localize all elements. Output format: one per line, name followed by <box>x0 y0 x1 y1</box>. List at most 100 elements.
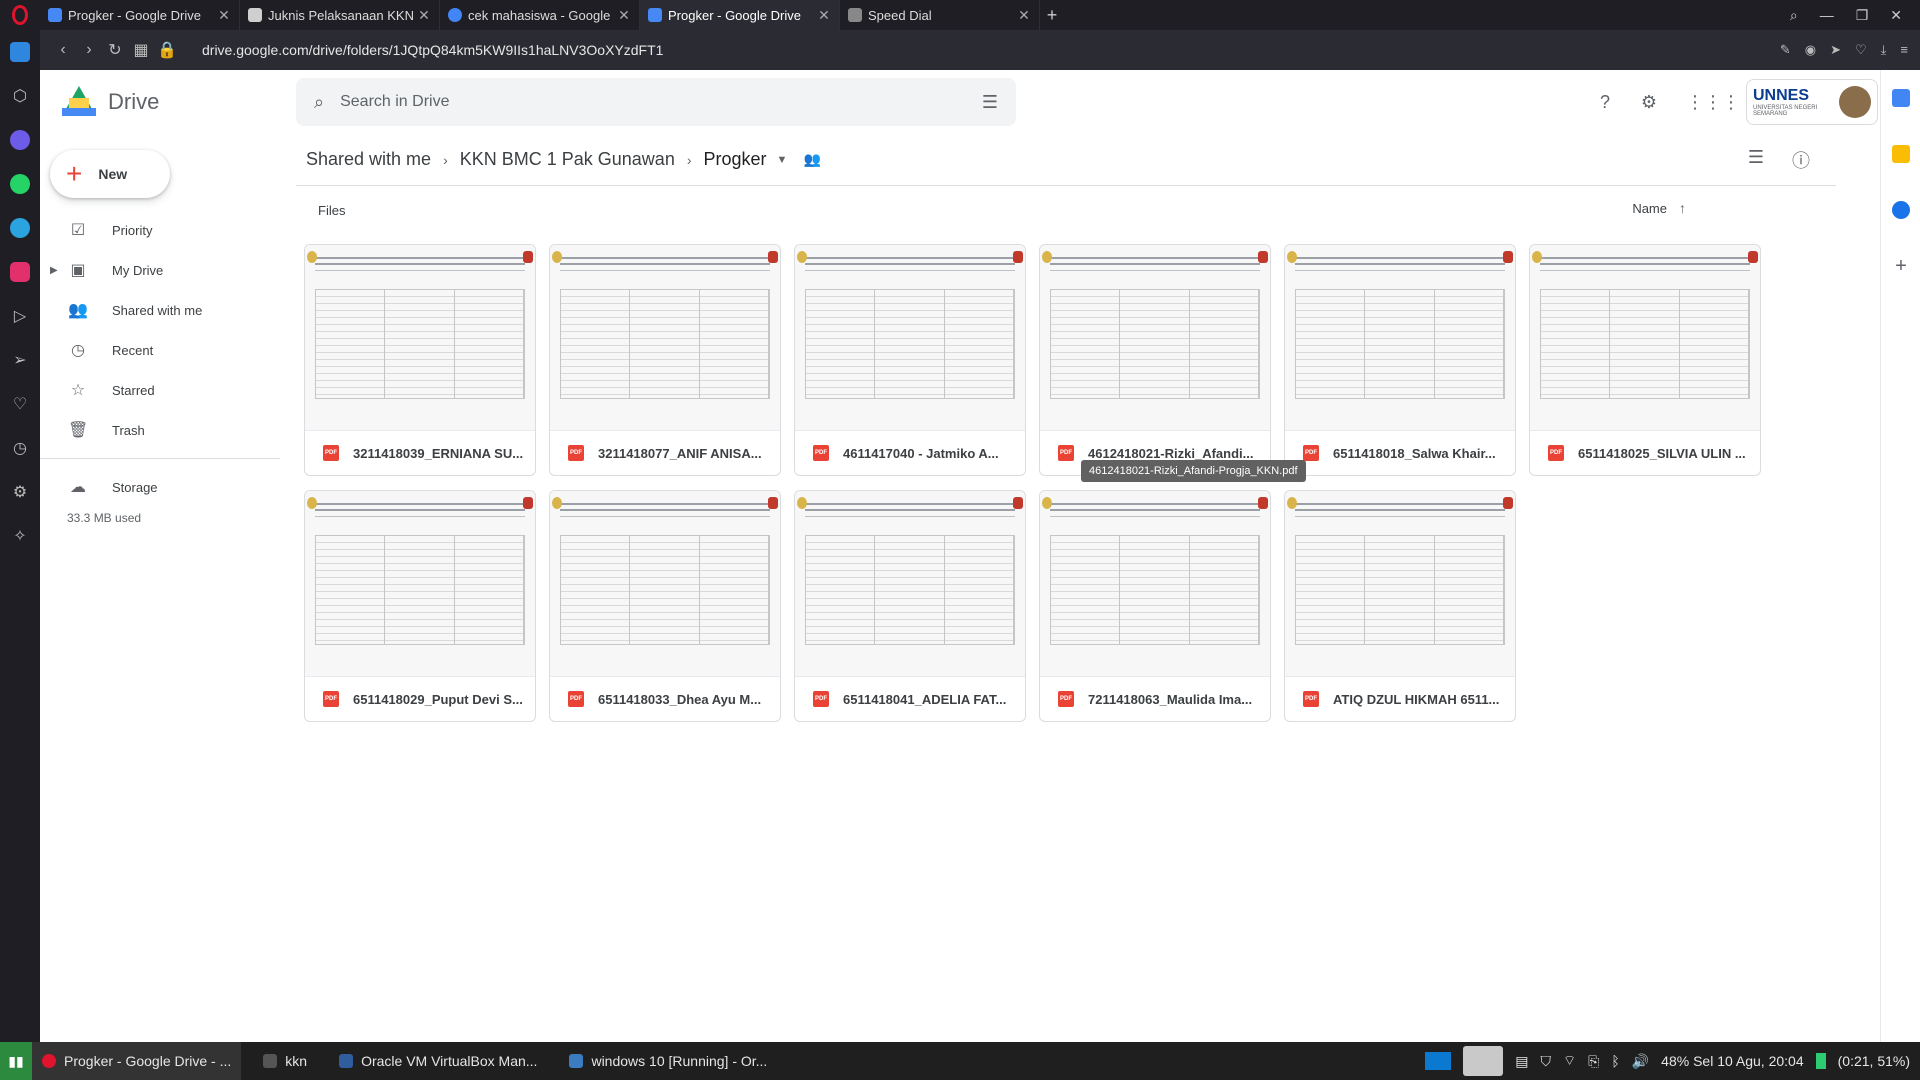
settings-icon[interactable]: ⚙ <box>0 470 40 514</box>
nav-my-drive[interactable]: ▶ ▣ My Drive <box>40 250 296 290</box>
settings-gear-icon[interactable]: ⚙ <box>1638 91 1660 113</box>
file-card[interactable]: PDF 6511418033_Dhea Ayu M... <box>549 490 781 722</box>
opera-sidebar: ⬡ ▷ ➢ ♡ ◷ ⚙ ✧ <box>0 30 40 1042</box>
new-button[interactable]: + New <box>50 150 170 198</box>
start-menu-icon[interactable]: ▮▮ <box>0 1042 32 1080</box>
help-icon[interactable]: ? <box>1594 91 1616 113</box>
send-icon[interactable]: ➤ <box>1830 42 1841 58</box>
opera-tray-icon[interactable] <box>1463 1046 1504 1076</box>
nav-trash[interactable]: 🗑 Trash <box>40 410 296 450</box>
clock-status[interactable]: 48% Sel 10 Agu, 20:04 <box>1661 1053 1803 1069</box>
camera-icon[interactable]: ◉ <box>1805 42 1816 58</box>
tasks-icon[interactable] <box>1881 182 1920 238</box>
reload-icon[interactable]: ↻ <box>102 40 128 60</box>
tab-3[interactable]: cek mahasiswa - Google ✕ <box>440 0 640 30</box>
bluetooth-icon[interactable]: ᛒ <box>1611 1053 1619 1069</box>
messenger-icon[interactable] <box>0 118 40 162</box>
attach-icon[interactable]: ⎘ <box>1588 1053 1599 1070</box>
drive-logo-icon[interactable] <box>62 86 96 118</box>
heart-icon[interactable]: ♡ <box>1855 42 1867 58</box>
nav-starred[interactable]: ☆ Starred <box>40 370 296 410</box>
download-icon[interactable]: ⤓ <box>1881 42 1887 58</box>
search-icon[interactable]: ⌕ <box>314 92 324 113</box>
breadcrumb-folder[interactable]: KKN BMC 1 Pak Gunawan <box>460 149 675 170</box>
tab-2[interactable]: Juknis Pelaksanaan KKN ✕ <box>240 0 440 30</box>
nav-recent[interactable]: ◷ Recent <box>40 330 296 370</box>
bookmarks-icon[interactable]: ⬡ <box>0 74 40 118</box>
file-card[interactable]: PDF 4611417040 - Jatmiko A... <box>794 244 1026 476</box>
workspace-icon[interactable] <box>0 30 40 74</box>
desktop-icon[interactable] <box>1425 1052 1452 1070</box>
search-tabs-icon[interactable]: ⌕ <box>1790 7 1798 24</box>
arrow-up-icon[interactable]: ↑ <box>1679 200 1686 216</box>
google-favicon-icon <box>448 8 462 22</box>
close-icon[interactable]: ✕ <box>217 7 231 24</box>
send-flow-icon[interactable]: ➢ <box>0 338 40 382</box>
back-icon[interactable]: ‹ <box>50 41 76 59</box>
recent-icon: ◷ <box>71 342 85 359</box>
history-icon[interactable]: ◷ <box>0 426 40 470</box>
file-card[interactable]: PDF 3211418077_ANIF ANISA... <box>549 244 781 476</box>
dropdown-arrow-icon[interactable]: ▼ <box>777 154 788 166</box>
shield-icon[interactable]: ⛉ <box>1540 1053 1551 1070</box>
opera-logo-icon[interactable] <box>0 0 40 30</box>
maximize-icon[interactable]: ❐ <box>1856 7 1869 24</box>
info-icon[interactable]: ⓘ <box>1792 147 1810 173</box>
file-card[interactable]: PDF ATIQ DZUL HIKMAH 6511... <box>1284 490 1516 722</box>
file-card[interactable]: PDF 6511418041_ADELIA FAT... <box>794 490 1026 722</box>
drive-brand[interactable]: Drive <box>108 89 159 115</box>
file-card[interactable]: PDF 3211418039_ERNIANA SU... <box>304 244 536 476</box>
forward-icon[interactable]: › <box>76 41 102 59</box>
list-view-icon[interactable]: ☰ <box>1748 147 1764 173</box>
taskbar-item-virtualbox[interactable]: Oracle VM VirtualBox Man... <box>329 1042 547 1080</box>
file-card[interactable]: PDF 7211418063_Maulida Ima... <box>1039 490 1271 722</box>
breadcrumb-current[interactable]: Progker <box>704 149 767 170</box>
favorites-icon[interactable]: ♡ <box>0 382 40 426</box>
whatsapp-icon[interactable] <box>0 162 40 206</box>
edit-icon[interactable]: ✎ <box>1780 42 1791 58</box>
tabs-grid-icon[interactable]: ▦ <box>128 40 154 60</box>
volume-icon[interactable]: 🔊 <box>1632 1053 1649 1070</box>
taskbar-item-windows-vm[interactable]: windows 10 [Running] - Or... <box>559 1042 777 1080</box>
network-icon[interactable]: ⌔ <box>1563 1052 1576 1070</box>
file-card[interactable]: PDF 6511418029_Puput Devi S... <box>304 490 536 722</box>
new-tab-button[interactable]: + <box>1040 5 1064 26</box>
telegram-icon[interactable] <box>0 206 40 250</box>
breadcrumb-shared[interactable]: Shared with me <box>306 149 431 170</box>
tips-icon[interactable]: ✧ <box>0 514 40 558</box>
search-bar[interactable]: ⌕ Search in Drive ☰ <box>296 78 1016 126</box>
clipboard-icon[interactable]: ▤ <box>1515 1053 1528 1070</box>
tab-5[interactable]: Speed Dial ✕ <box>840 0 1040 30</box>
close-icon[interactable]: ✕ <box>417 7 431 24</box>
close-window-icon[interactable]: ✕ <box>1890 7 1902 24</box>
expand-arrow-icon[interactable]: ▶ <box>50 265 58 276</box>
tab-4-active[interactable]: Progker - Google Drive ✕ <box>640 0 840 30</box>
nav-shared-with-me[interactable]: 👥 Shared with me <box>40 290 296 330</box>
nav-storage[interactable]: ☁ Storage <box>40 467 296 507</box>
file-card[interactable]: PDF 4612418021-Rizki_Afandi... <box>1039 244 1271 476</box>
close-icon[interactable]: ✕ <box>1017 7 1031 24</box>
minimize-icon[interactable]: — <box>1820 7 1834 23</box>
taskbar-item-kkn[interactable]: kkn <box>253 1042 317 1080</box>
close-icon[interactable]: ✕ <box>617 7 631 24</box>
menu-icon[interactable]: ≡ <box>1900 42 1908 58</box>
avatar[interactable] <box>1839 86 1871 118</box>
search-options-icon[interactable]: ☰ <box>982 92 998 113</box>
search-input[interactable]: Search in Drive <box>340 93 982 111</box>
apps-grid-icon[interactable]: ⋮⋮⋮ <box>1686 91 1740 113</box>
keep-icon[interactable] <box>1881 126 1920 182</box>
url-field[interactable]: drive.google.com/drive/folders/1JQtpQ84k… <box>202 42 663 58</box>
file-card[interactable]: PDF 6511418025_SILVIA ULIN ... <box>1529 244 1761 476</box>
taskbar-item-browser[interactable]: Progker - Google Drive - ... <box>32 1042 242 1080</box>
nav-priority[interactable]: ☑ Priority <box>40 210 296 250</box>
instagram-icon[interactable] <box>0 250 40 294</box>
shared-folder-icon[interactable]: 👥 <box>803 151 820 168</box>
calendar-icon[interactable] <box>1881 70 1920 126</box>
sort-control[interactable]: Name ↑ <box>1632 200 1686 216</box>
file-card[interactable]: PDF 6511418018_Salwa Khair... <box>1284 244 1516 476</box>
player-icon[interactable]: ▷ <box>0 294 40 338</box>
tab-1[interactable]: Progker - Google Drive ✕ <box>40 0 240 30</box>
close-icon[interactable]: ✕ <box>817 7 831 24</box>
account-button[interactable]: UNNES UNIVERSITAS NEGERI SEMARANG <box>1746 79 1878 125</box>
add-addon-icon[interactable]: + <box>1881 238 1920 294</box>
